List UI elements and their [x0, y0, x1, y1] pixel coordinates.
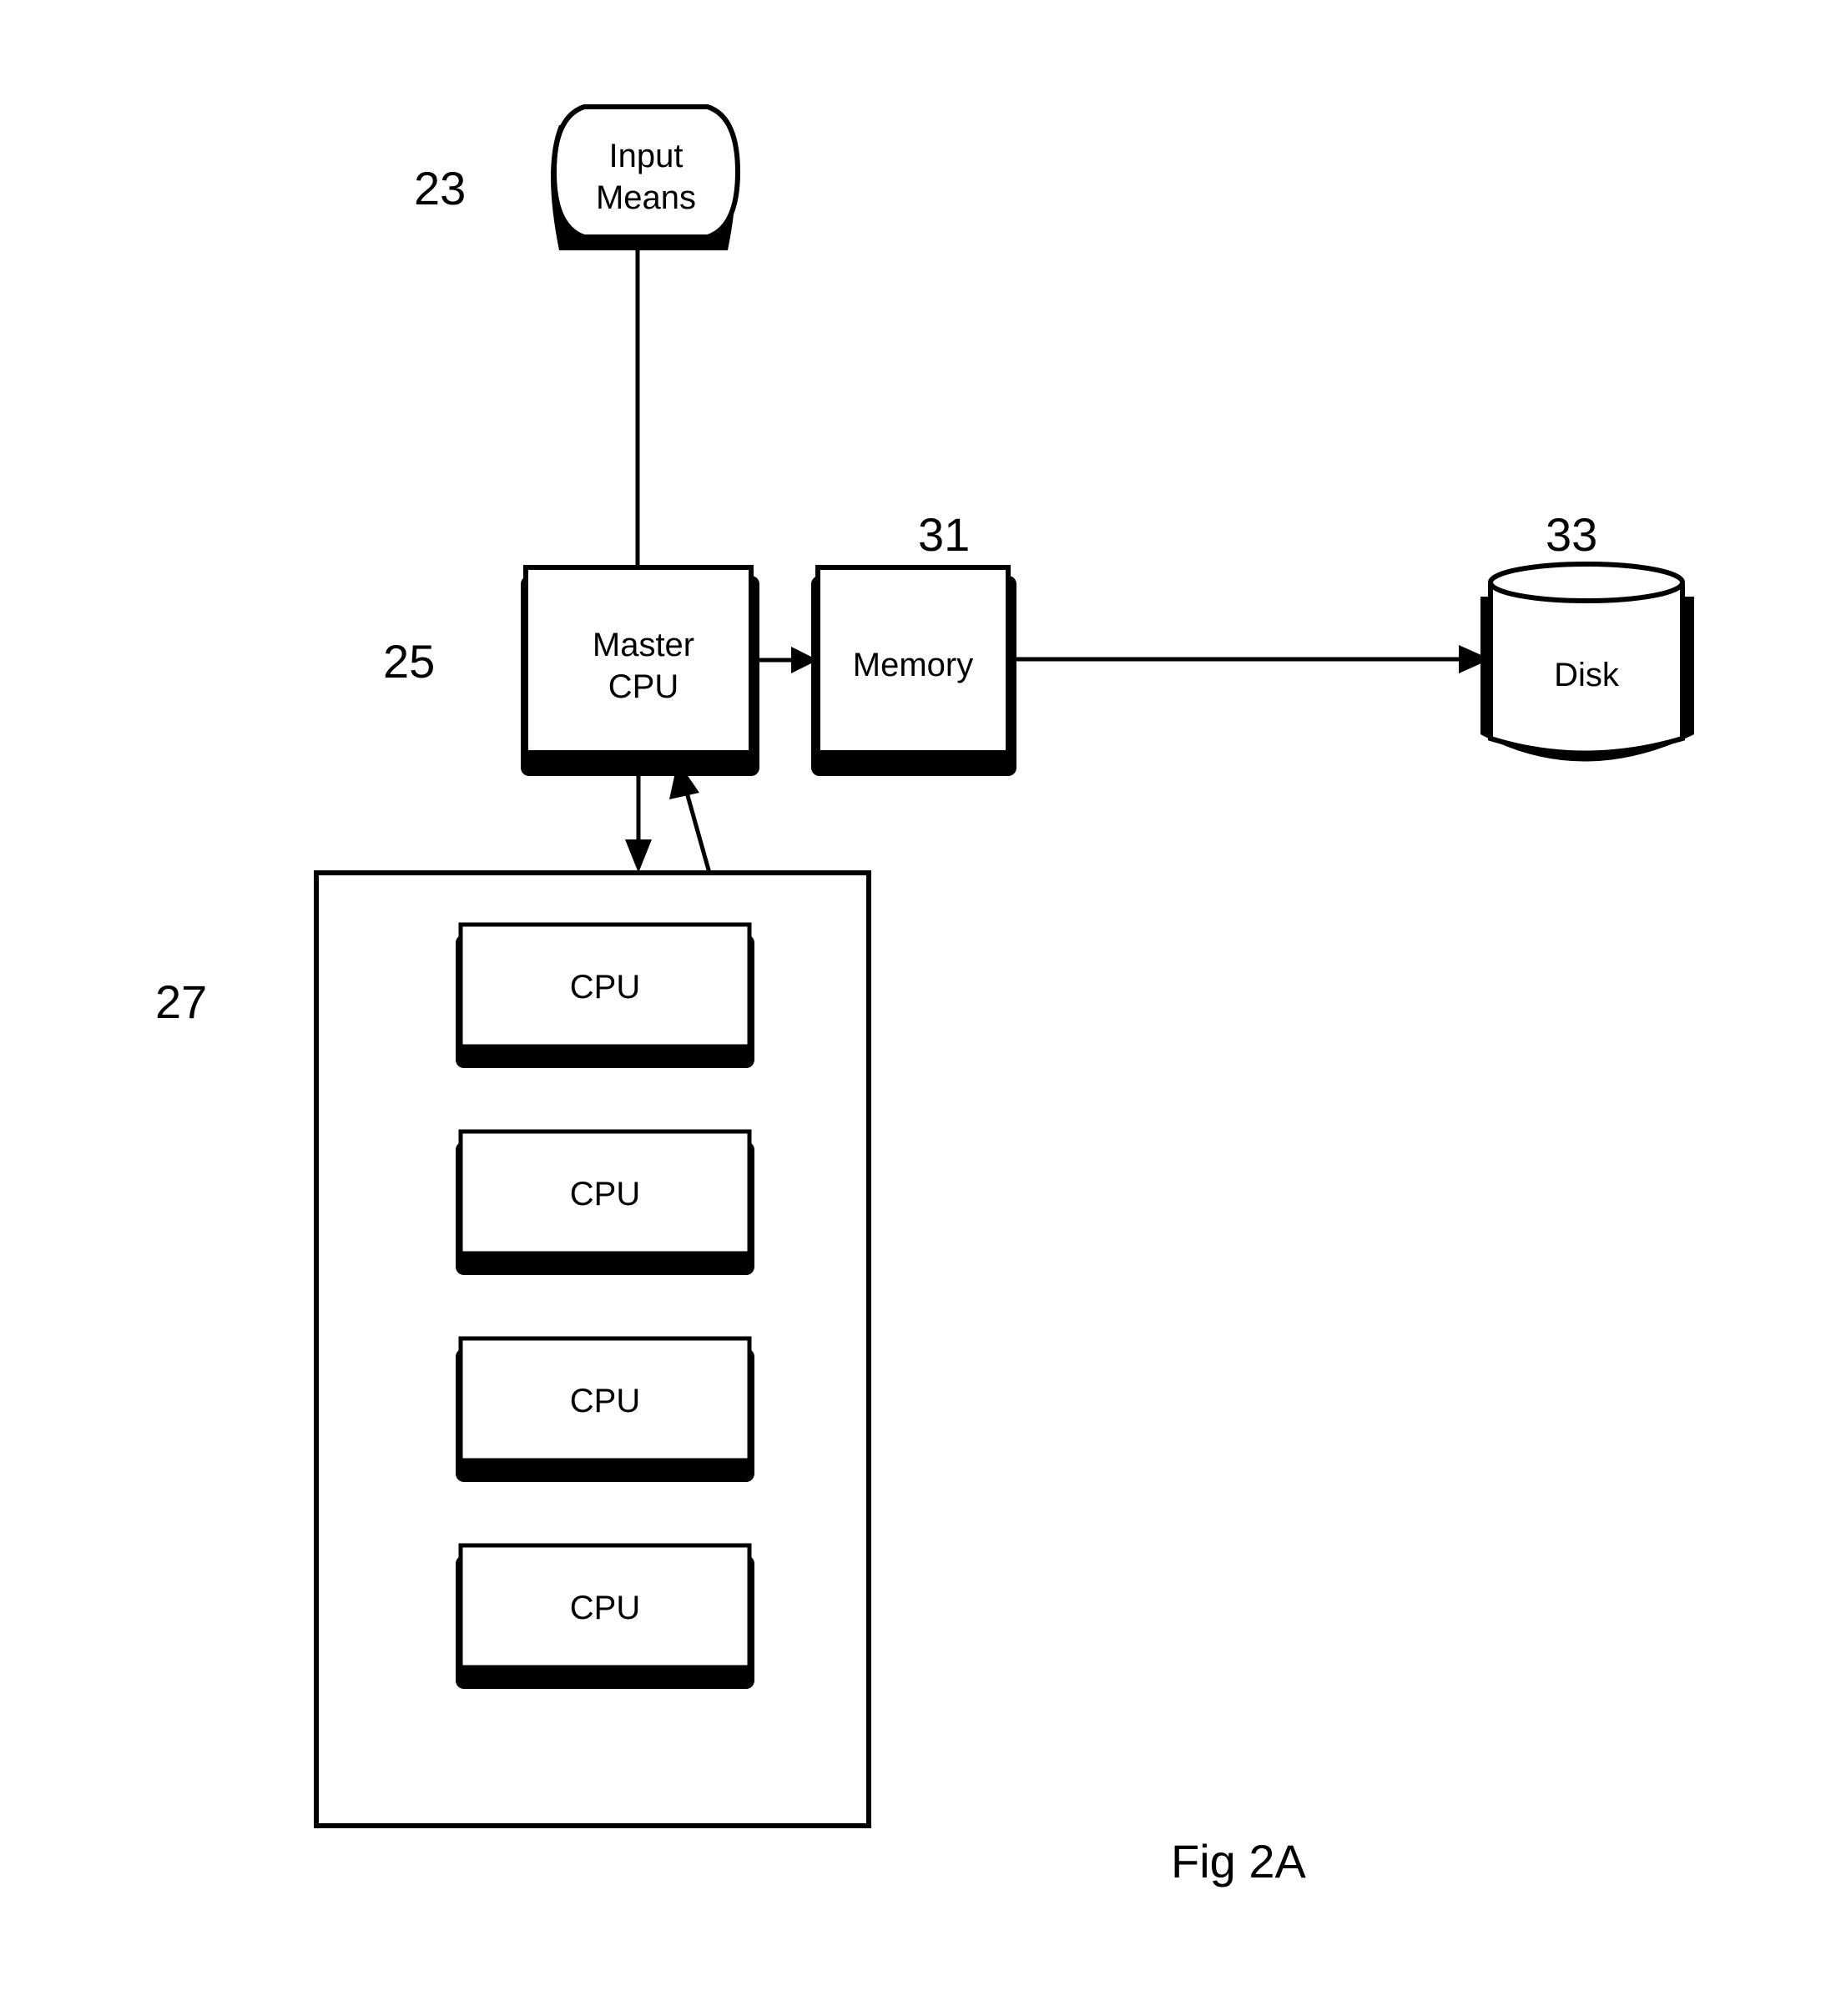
edge-memory-to-disk — [1008, 645, 1490, 673]
input-means-label-line2: Means — [596, 179, 696, 216]
ref-number-master-cpu: 25 — [383, 635, 435, 688]
cpu-box-4: CPU — [456, 1543, 754, 1689]
arrowhead-icon — [625, 839, 652, 873]
cpu-label: CPU — [570, 1176, 640, 1212]
ref-number-cpu-group: 27 — [155, 975, 207, 1028]
input-means-label-line1: Input — [609, 138, 683, 174]
ref-number-memory: 31 — [918, 508, 970, 561]
master-cpu-label-line1: Master — [593, 627, 694, 663]
disk-node: Disk — [1480, 562, 1694, 762]
memory-node: Memory — [811, 565, 1016, 776]
edge-master-to-cpu-group — [625, 761, 652, 873]
figure-label: Fig 2A — [1171, 1835, 1306, 1887]
cpu-label: CPU — [570, 1590, 640, 1626]
edge-master-to-memory — [751, 647, 818, 673]
master-cpu-node: Master CPU — [521, 565, 759, 776]
ref-number-disk: 33 — [1546, 508, 1597, 561]
disk-label: Disk — [1554, 657, 1620, 693]
cpu-label: CPU — [570, 969, 640, 1005]
ref-number-input-means: 23 — [414, 162, 466, 214]
memory-label: Memory — [853, 647, 973, 683]
cpu-box-1: CPU — [456, 922, 754, 1068]
edge-cpu-group-to-master-line — [684, 792, 712, 874]
master-cpu-label-line2: CPU — [608, 668, 678, 705]
disk-top — [1488, 562, 1685, 603]
diagram-canvas: Input Means 23 Master CPU 25 Memory 31 D… — [155, 104, 1694, 1887]
cpu-label: CPU — [570, 1383, 640, 1419]
cpu-box-3: CPU — [456, 1336, 754, 1482]
edge-cpu-group-to-master — [669, 761, 712, 874]
input-means-node: Input Means — [551, 104, 741, 250]
cpu-box-2: CPU — [456, 1129, 754, 1275]
